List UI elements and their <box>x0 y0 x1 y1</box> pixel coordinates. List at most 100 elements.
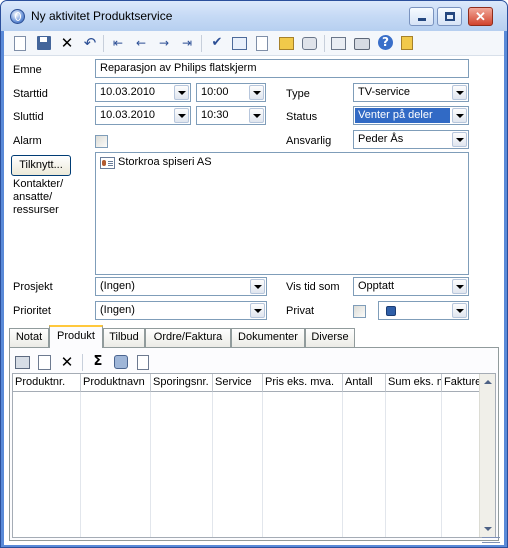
preview-icon[interactable] <box>232 37 247 50</box>
toolbar-separator <box>324 35 325 52</box>
column-header[interactable]: Sum eks. mva. <box>386 374 442 392</box>
starttid-label: Starttid <box>13 88 48 100</box>
color-select[interactable] <box>378 301 469 320</box>
prioritet-value: (Ingen) <box>100 304 135 316</box>
contact-name: Storkroa spiseri AS <box>118 156 212 168</box>
copy-icon[interactable] <box>256 36 268 51</box>
product-grid[interactable]: Produktnr. Produktnavn Sporingsnr. Servi… <box>12 373 496 538</box>
end-time-value: 10:30 <box>201 109 229 121</box>
produkt-panel: ✕ Σ Produktnr. Produktnavn Sporingsnr. S… <box>9 347 499 541</box>
delete-icon[interactable]: ✕ <box>59 35 75 51</box>
column-header[interactable]: Fakturert <box>442 374 480 392</box>
resize-grip-icon[interactable] <box>482 537 500 543</box>
prosjekt-select[interactable]: (Ingen) <box>95 277 267 296</box>
tab-tilbud[interactable]: Tilbud <box>103 328 145 347</box>
privat-checkbox[interactable] <box>353 305 366 318</box>
sum-icon[interactable]: Σ <box>90 354 106 370</box>
save-icon[interactable] <box>37 36 51 50</box>
column-header[interactable]: Produktnr. <box>13 374 81 392</box>
help-icon[interactable]: ? <box>378 35 393 50</box>
type-value: TV-service <box>358 86 410 98</box>
stock-icon[interactable] <box>114 355 128 369</box>
maximize-icon <box>445 12 455 21</box>
contacts-label-line2: ansatte/ <box>13 191 53 203</box>
column-header[interactable]: Produktnavn <box>81 374 151 392</box>
column-divider <box>342 392 343 537</box>
maximize-button[interactable] <box>437 7 462 26</box>
status-value: Venter på deler <box>358 109 433 121</box>
tab-dokumenter[interactable]: Dokumenter <box>231 328 305 347</box>
column-header[interactable]: Pris eks. mva. <box>263 374 343 392</box>
document-icon[interactable] <box>137 355 149 370</box>
vis-tid-label: Vis tid som <box>286 281 340 293</box>
previous-record-icon[interactable]: ← <box>133 35 149 51</box>
new-document-icon[interactable] <box>14 36 26 51</box>
end-date-picker[interactable]: 10.03.2010 <box>95 106 191 125</box>
tab-strip: Notat Produkt Tilbud Ordre/Faktura Dokum… <box>9 325 499 348</box>
attach-icon[interactable] <box>279 37 294 50</box>
end-time-picker[interactable]: 10:30 <box>196 106 266 125</box>
chevron-down-icon[interactable] <box>452 279 467 294</box>
sluttid-label: Sluttid <box>13 111 44 123</box>
alarm-checkbox[interactable] <box>95 135 108 148</box>
close-icon: ✕ <box>475 9 486 24</box>
app-icon <box>10 9 25 24</box>
first-record-icon[interactable]: ⇤ <box>110 35 126 51</box>
tab-produkt[interactable]: Produkt <box>49 325 103 348</box>
checkmark-icon[interactable]: ✔ <box>209 35 225 51</box>
ansvarlig-value: Peder Ås <box>358 133 404 145</box>
properties-icon[interactable] <box>331 37 346 50</box>
prioritet-select[interactable]: (Ingen) <box>95 301 267 320</box>
type-label: Type <box>286 88 310 100</box>
tab-diverse[interactable]: Diverse <box>305 328 355 347</box>
column-header[interactable]: Antall <box>343 374 386 392</box>
chevron-down-icon[interactable] <box>250 279 265 294</box>
column-header[interactable]: Service <box>213 374 263 392</box>
edit-icon[interactable] <box>38 355 51 370</box>
add-product-icon[interactable] <box>15 356 30 369</box>
chevron-down-icon[interactable] <box>452 108 467 123</box>
tilknytt-button[interactable]: Tilknytt... <box>11 155 71 176</box>
contacts-label-line1: Kontakter/ <box>13 178 64 190</box>
status-select[interactable]: Venter på deler <box>353 106 469 125</box>
column-header[interactable]: Sporingsnr. <box>151 374 213 392</box>
delete-icon[interactable]: ✕ <box>59 354 75 370</box>
emne-label: Emne <box>13 64 42 76</box>
title-bar[interactable]: Ny aktivitet Produktservice ✕ <box>1 1 507 31</box>
minimize-button[interactable] <box>409 7 434 26</box>
type-select[interactable]: TV-service <box>353 83 469 102</box>
color-swatch <box>386 306 396 316</box>
close-button[interactable]: ✕ <box>468 7 493 26</box>
column-divider <box>441 392 442 537</box>
print-icon[interactable] <box>354 38 370 50</box>
tab-ordre-faktura[interactable]: Ordre/Faktura <box>145 328 231 347</box>
print-preview-icon[interactable] <box>302 37 317 50</box>
subject-input[interactable]: Reparasjon av Philips flatskjerm <box>95 59 469 78</box>
chevron-down-icon[interactable] <box>174 108 189 123</box>
grid-scrollbar[interactable] <box>479 374 495 537</box>
undo-icon[interactable]: ↶ <box>82 35 98 51</box>
start-date-value: 10.03.2010 <box>100 86 156 98</box>
start-time-picker[interactable]: 10:00 <box>196 83 266 102</box>
chevron-down-icon[interactable] <box>249 85 264 100</box>
scroll-up-icon[interactable] <box>484 380 492 384</box>
chevron-down-icon[interactable] <box>452 85 467 100</box>
tab-notat[interactable]: Notat <box>9 328 49 347</box>
next-record-icon[interactable]: → <box>156 35 172 51</box>
chevron-down-icon[interactable] <box>250 303 265 318</box>
ansvarlig-select[interactable]: Peder Ås <box>353 130 469 149</box>
chevron-down-icon[interactable] <box>174 85 189 100</box>
exit-icon[interactable] <box>401 36 413 50</box>
contacts-list[interactable]: Storkroa spiseri AS <box>95 152 469 275</box>
vis-tid-select[interactable]: Opptatt <box>353 277 469 296</box>
chevron-down-icon[interactable] <box>249 108 264 123</box>
chevron-down-icon[interactable] <box>452 303 467 318</box>
scroll-down-icon[interactable] <box>484 527 492 531</box>
status-selection: Venter på deler <box>355 108 450 123</box>
chevron-down-icon[interactable] <box>452 132 467 147</box>
start-time-value: 10:00 <box>201 86 229 98</box>
column-divider <box>262 392 263 537</box>
last-record-icon[interactable]: ⇥ <box>179 35 195 51</box>
start-date-picker[interactable]: 10.03.2010 <box>95 83 191 102</box>
dialog-window: Ny aktivitet Produktservice ✕ ✕ ↶ ⇤ ← → … <box>0 0 508 548</box>
